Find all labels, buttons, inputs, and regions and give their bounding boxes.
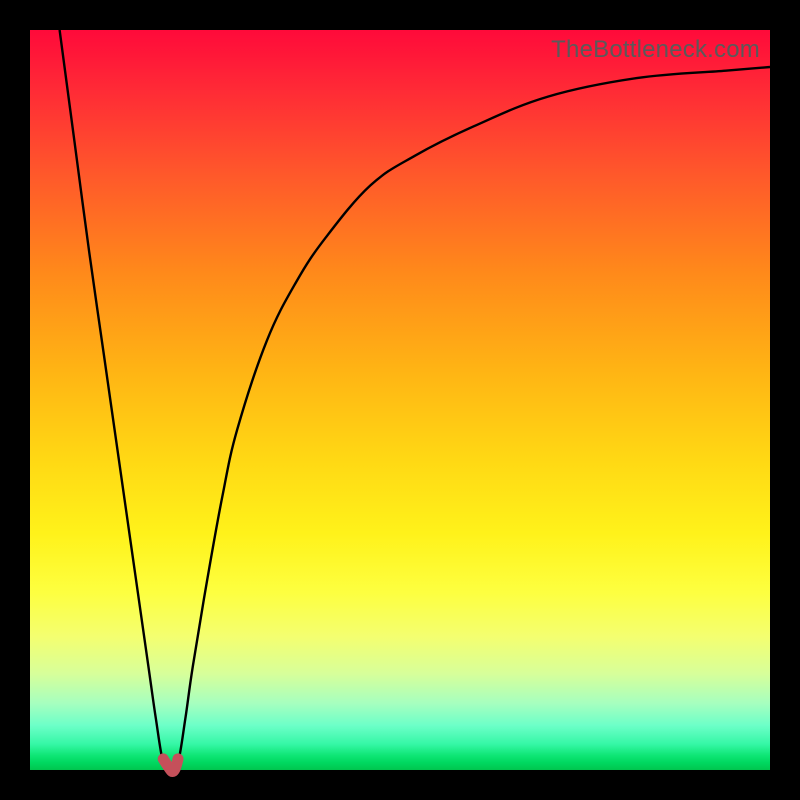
bottleneck-marker (163, 759, 178, 772)
chart-svg (30, 30, 770, 770)
chart-plot-area: TheBottleneck.com (30, 30, 770, 770)
chart-frame: TheBottleneck.com (0, 0, 800, 800)
bottleneck-curve (60, 30, 770, 770)
